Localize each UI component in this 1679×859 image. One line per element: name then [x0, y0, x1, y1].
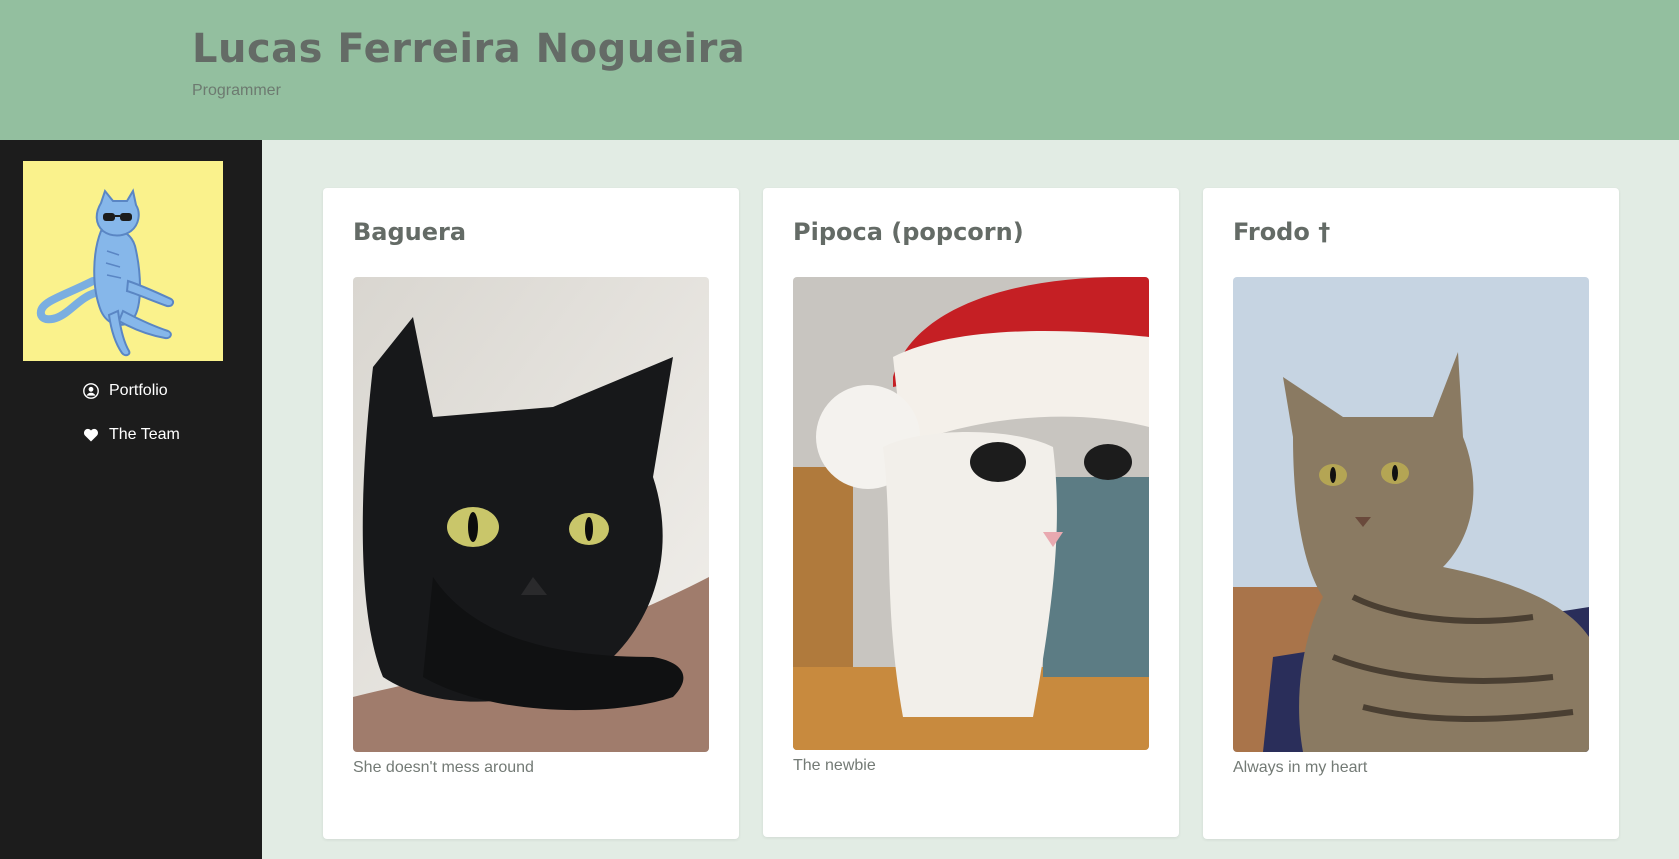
cat-card-baguera: Baguera She doesn't mess around [323, 188, 739, 839]
site-subtitle: Programmer [192, 82, 281, 99]
card-title: Baguera [353, 218, 467, 246]
card-caption: She doesn't mess around [353, 759, 534, 776]
avatar [23, 161, 223, 361]
black-cat-photo [353, 277, 709, 752]
heart-icon [83, 427, 99, 443]
cat-card-pipoca: Pipoca (popcorn) The newbie [763, 188, 1179, 837]
cat-photo [353, 277, 709, 752]
nav-item-the-team[interactable]: The Team [83, 426, 180, 444]
nav-item-portfolio[interactable]: Portfolio [83, 382, 168, 400]
site-header: Lucas Ferreira Nogueira Programmer [0, 0, 1679, 140]
nav-label-portfolio: Portfolio [109, 382, 168, 399]
card-title: Frodo † [1233, 218, 1331, 246]
user-circle-icon [83, 383, 99, 399]
cat-sunglasses-illustration [23, 161, 223, 361]
card-caption: The newbie [793, 757, 876, 774]
cat-photo [1233, 277, 1589, 752]
nav-label-the-team: The Team [109, 426, 180, 443]
white-cat-santa-hat-photo [793, 277, 1149, 750]
cat-card-frodo: Frodo † Always in my heart [1203, 188, 1619, 839]
card-title: Pipoca (popcorn) [793, 218, 1024, 246]
site-title: Lucas Ferreira Nogueira [192, 26, 746, 72]
tabby-cat-photo [1233, 277, 1589, 752]
card-caption: Always in my heart [1233, 759, 1368, 776]
sidebar: Portfolio The Team [0, 140, 262, 859]
cat-photo [793, 277, 1149, 750]
